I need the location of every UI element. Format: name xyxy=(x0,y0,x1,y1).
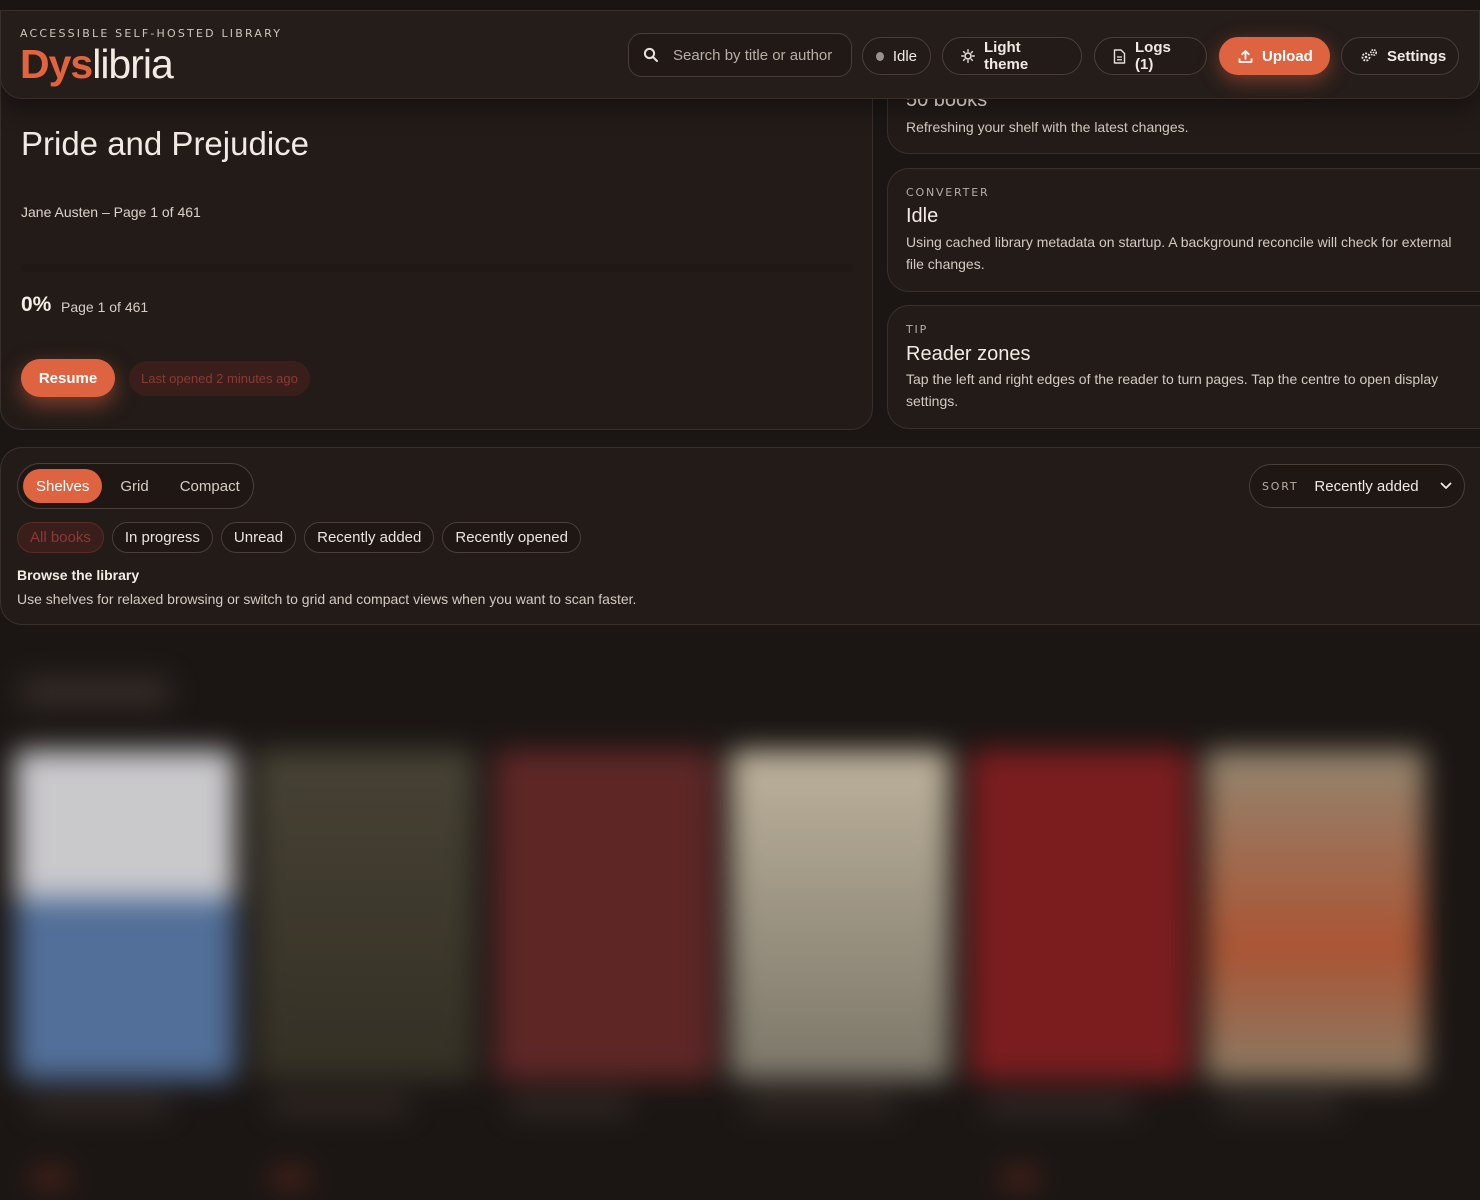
browse-description: Use shelves for relaxed browsing or swit… xyxy=(17,591,637,607)
progress-page: Page 1 of 461 xyxy=(61,299,149,315)
progress-percent: 0% xyxy=(21,293,52,316)
book-caption-placeholder xyxy=(1220,1098,1340,1114)
filter-in-progress[interactable]: In progress xyxy=(111,522,213,553)
view-mode-switcher: Shelves Grid Compact xyxy=(17,463,254,509)
status-label: Idle xyxy=(892,47,917,65)
converter-text: Using cached library metadata on startup… xyxy=(906,234,1452,272)
logo-part-2: libria xyxy=(92,41,174,87)
book-cover xyxy=(255,750,475,1080)
browse-title: Browse the library xyxy=(17,567,140,583)
last-opened-badge: Last opened 2 minutes ago xyxy=(129,361,310,396)
theme-toggle-label: Light theme xyxy=(984,39,1029,73)
view-shelves-button[interactable]: Shelves xyxy=(23,469,103,503)
chevron-down-icon xyxy=(1440,482,1452,490)
book-cover xyxy=(495,750,715,1080)
book-cover xyxy=(730,750,950,1080)
book-badge-placeholder xyxy=(270,1170,310,1186)
app-header: ACCESSIBLE SELF-HOSTED LIBRARY Dyslibria… xyxy=(0,10,1480,99)
reading-progress-bar xyxy=(21,264,854,272)
book-badge-placeholder xyxy=(1000,1170,1040,1186)
settings-label: Settings xyxy=(1387,47,1447,65)
book-badge-placeholder xyxy=(30,1170,70,1186)
filter-unread[interactable]: Unread xyxy=(220,522,297,553)
converter-card: CONVERTER Idle Using cached library meta… xyxy=(887,168,1480,292)
search-input[interactable]: Search by title or author xyxy=(628,33,852,77)
app-logo[interactable]: Dyslibria xyxy=(20,41,174,88)
sort-value: Recently added xyxy=(1314,477,1419,495)
book-caption-placeholder xyxy=(510,1098,630,1114)
book-cover xyxy=(970,750,1190,1080)
book-title: Pride and Prejudice xyxy=(21,125,310,162)
shelf-controls-placeholder xyxy=(1300,664,1460,688)
converter-status: Idle xyxy=(906,205,939,227)
app-tagline: ACCESSIBLE SELF-HOSTED LIBRARY xyxy=(20,27,283,40)
settings-button[interactable]: Settings xyxy=(1341,37,1459,75)
blurred-shelf xyxy=(0,640,1480,1200)
book-caption-placeholder xyxy=(985,1098,1135,1114)
book-cover xyxy=(15,750,235,1080)
upload-button[interactable]: Upload xyxy=(1219,37,1330,75)
filter-recently-added[interactable]: Recently added xyxy=(304,522,435,553)
theme-toggle-button[interactable]: Light theme xyxy=(942,37,1082,75)
sort-label: SORT xyxy=(1262,479,1299,493)
filter-all-books[interactable]: All books xyxy=(17,522,104,553)
browse-controls-card: Shelves Grid Compact SORT Recently added… xyxy=(0,447,1480,625)
sun-icon xyxy=(961,49,975,63)
upload-label: Upload xyxy=(1262,47,1313,65)
continue-reading-card: Pride and Prejudice Jane Austen – Page 1… xyxy=(0,80,873,430)
shelf-title-placeholder xyxy=(20,678,170,706)
upload-icon xyxy=(1238,49,1253,64)
logo-part-1: Dys xyxy=(20,41,93,87)
book-caption-placeholder xyxy=(30,1098,170,1114)
tip-title: Reader zones xyxy=(906,343,1031,365)
view-compact-button[interactable]: Compact xyxy=(167,469,253,503)
filter-recently-opened[interactable]: Recently opened xyxy=(442,522,581,553)
gears-icon xyxy=(1360,48,1378,64)
resume-button[interactable]: Resume xyxy=(21,359,115,397)
view-grid-button[interactable]: Grid xyxy=(107,469,161,503)
book-meta: Jane Austen – Page 1 of 461 xyxy=(21,204,201,220)
logs-button[interactable]: Logs (1) xyxy=(1094,37,1207,75)
search-icon xyxy=(643,47,659,63)
book-caption-placeholder xyxy=(270,1098,410,1114)
library-status-text: Refreshing your shelf with the latest ch… xyxy=(906,119,1189,135)
converter-label: CONVERTER xyxy=(906,186,990,199)
search-placeholder: Search by title or author xyxy=(673,46,833,64)
book-cover xyxy=(1205,750,1425,1080)
document-icon xyxy=(1113,48,1126,64)
status-pill: Idle xyxy=(862,37,931,75)
logs-label: Logs (1) xyxy=(1135,39,1171,73)
book-caption-placeholder xyxy=(745,1098,895,1114)
tip-label: TIP xyxy=(906,323,928,336)
tip-text: Tap the left and right edges of the read… xyxy=(906,371,1439,409)
filter-chips: All books In progress Unread Recently ad… xyxy=(17,522,581,553)
tip-card: TIP Reader zones Tap the left and right … xyxy=(887,305,1480,429)
status-dot-icon xyxy=(876,51,884,61)
sort-select[interactable]: SORT Recently added xyxy=(1249,464,1465,508)
